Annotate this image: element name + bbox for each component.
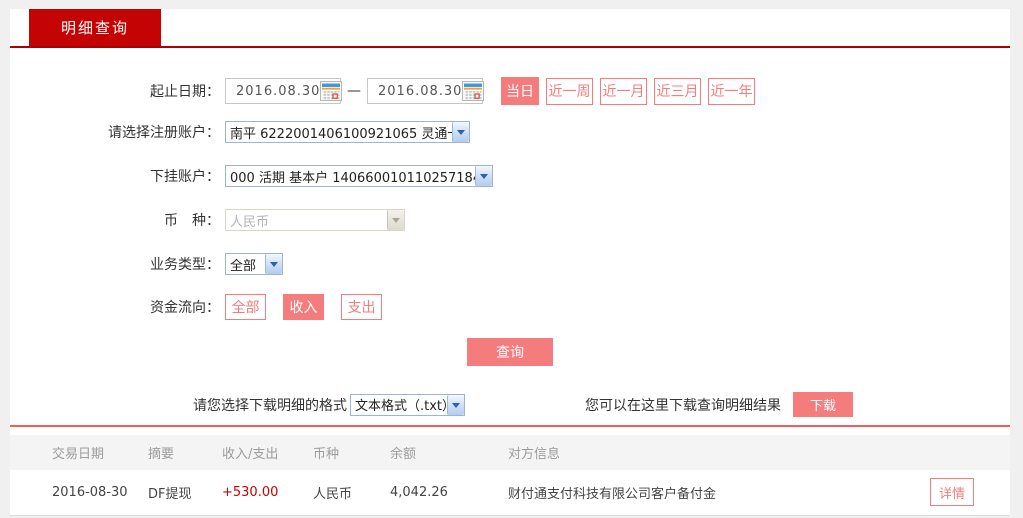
business-type-value: 全部: [226, 254, 265, 274]
fund-flow-expense-button[interactable]: 支出: [341, 294, 382, 320]
quick-quarter-button[interactable]: 近三月: [654, 78, 701, 105]
tab-bar: 明细查询: [10, 9, 1010, 46]
cell-amount: +530.00: [222, 485, 313, 500]
sub-account-select[interactable]: 000 活期 基本户 1406600101102571848: [225, 165, 493, 187]
header-balance: 余额: [390, 443, 508, 462]
download-format-select[interactable]: 文本格式（.txt）: [350, 394, 465, 416]
query-form: 起止日期： 2016.08.30 — 2016.08.30: [10, 48, 1010, 417]
quick-week-button[interactable]: 近一周: [546, 78, 593, 105]
header-counterparty: 对方信息: [508, 443, 920, 462]
fund-flow-label: 资金流向：: [10, 297, 220, 317]
detail-query-panel: 明细查询 起止日期： 2016.08.30 —: [10, 9, 1010, 516]
fund-flow-all-button[interactable]: 全部: [225, 294, 266, 320]
end-date-input[interactable]: 2016.08.30: [367, 78, 483, 104]
cell-currency: 人民币: [313, 483, 390, 502]
download-format-value: 文本格式（.txt）: [351, 395, 447, 415]
header-summary: 摘要: [148, 443, 222, 462]
download-row: 请您选择下载明细的格式 文本格式（.txt） 您可以在这里下载查询明细结果 下载: [193, 392, 1010, 417]
business-type-select[interactable]: 全部: [225, 253, 283, 275]
quick-year-button[interactable]: 近一年: [708, 78, 755, 105]
sub-account-row: 下挂账户： 000 活期 基本户 1406600101102571848: [10, 165, 1010, 187]
chevron-down-icon: [265, 254, 282, 274]
currency-label: 币 种：: [10, 210, 220, 230]
business-type-label: 业务类型：: [10, 254, 220, 274]
chevron-down-icon: [475, 166, 492, 186]
sub-account-label: 下挂账户：: [10, 166, 220, 186]
start-date-input[interactable]: 2016.08.30: [225, 78, 341, 104]
table-divider: [10, 425, 1010, 427]
tab-detail-query[interactable]: 明细查询: [29, 9, 161, 46]
date-range-row: 起止日期： 2016.08.30 — 2016.08.30: [10, 77, 1010, 105]
currency-select: 人民币: [225, 209, 405, 231]
end-date-value: 2016.08.30: [378, 84, 462, 99]
query-button-wrap: 查询: [10, 338, 1010, 366]
table-header: 交易日期 摘要 收入/支出 币种 余额 对方信息: [10, 435, 1010, 470]
business-type-row: 业务类型： 全部: [10, 253, 1010, 275]
cell-summary: DF提现: [148, 483, 222, 502]
cell-balance: 4,042.26: [390, 485, 508, 500]
header-amount: 收入/支出: [222, 443, 313, 462]
register-account-value: 南平 6222001406100921065 灵通卡: [226, 122, 452, 142]
start-date-value: 2016.08.30: [236, 84, 320, 99]
sub-account-value: 000 活期 基本户 1406600101102571848: [226, 166, 475, 186]
date-range-dash: —: [347, 83, 361, 99]
query-button[interactable]: 查询: [467, 338, 553, 366]
cell-date: 2016-08-30: [52, 485, 148, 500]
register-account-select[interactable]: 南平 6222001406100921065 灵通卡: [225, 121, 470, 143]
cell-counterparty: 财付通支付科技有限公司客户备付金: [508, 483, 920, 502]
header-date: 交易日期: [52, 443, 148, 462]
currency-value: 人民币: [226, 210, 387, 230]
register-account-label: 请选择注册账户：: [10, 122, 220, 142]
quick-month-button[interactable]: 近一月: [600, 78, 647, 105]
download-hint: 您可以在这里下载查询明细结果: [585, 395, 781, 415]
date-range-label: 起止日期：: [10, 81, 220, 101]
chevron-down-icon: [452, 122, 469, 142]
calendar-icon[interactable]: [462, 81, 484, 101]
detail-button[interactable]: 详情: [930, 478, 974, 506]
calendar-icon[interactable]: [320, 81, 342, 101]
table-row: 2016-08-30 DF提现 +530.00 人民币 4,042.26 财付通…: [10, 470, 1010, 514]
download-button[interactable]: 下载: [793, 392, 853, 417]
quick-today-button[interactable]: 当日: [501, 77, 539, 105]
fund-flow-income-button[interactable]: 收入: [283, 294, 324, 320]
chevron-down-icon: [447, 395, 464, 415]
download-format-label: 请您选择下载明细的格式: [193, 395, 347, 415]
chevron-down-icon: [387, 210, 404, 230]
header-currency: 币种: [313, 443, 390, 462]
currency-row: 币 种： 人民币: [10, 209, 1010, 231]
register-account-row: 请选择注册账户： 南平 6222001406100921065 灵通卡: [10, 121, 1010, 143]
fund-flow-row: 资金流向： 全部 收入 支出: [10, 294, 1010, 320]
